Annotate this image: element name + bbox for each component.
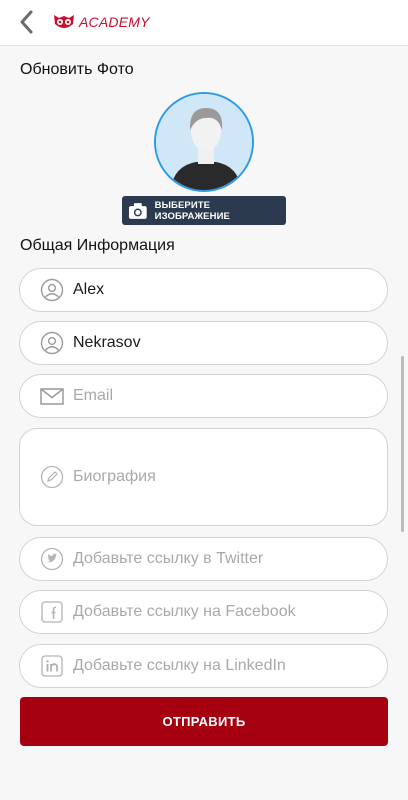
twitter-icon — [40, 547, 64, 571]
user-circle-icon — [40, 278, 64, 302]
select-image-label: ВЫБЕРИТЕ ИЗОБРАЖЕНИЕ — [154, 199, 230, 222]
twitter-placeholder: Добавьте ссылку в Twitter — [73, 550, 264, 567]
email-field[interactable]: Email — [19, 374, 388, 418]
first-name-value: Alex — [73, 281, 105, 298]
last-name-field[interactable]: Nekrasov — [19, 321, 388, 365]
linkedin-link-field[interactable]: Добавьте ссылку на LinkedIn — [19, 644, 388, 688]
bio-field[interactable]: Биография — [19, 428, 388, 526]
linkedin-placeholder: Добавьте ссылку на LinkedIn — [73, 657, 286, 674]
user-silhouette-icon — [156, 94, 252, 190]
linkedin-icon — [41, 655, 63, 677]
info-section-title: Общая Информация — [20, 237, 175, 254]
twitter-link-field[interactable]: Добавьте ссылку в Twitter — [19, 537, 388, 581]
last-name-value: Nekrasov — [73, 334, 141, 351]
email-placeholder: Email — [73, 387, 114, 404]
camera-icon — [128, 202, 147, 219]
chevron-left-icon — [20, 10, 33, 34]
avatar[interactable] — [154, 92, 254, 192]
owl-logo-icon — [54, 15, 74, 28]
first-name-field[interactable]: Alex — [19, 268, 388, 312]
logo-text: ACADEMY — [79, 14, 150, 30]
submit-button[interactable]: ОТПРАВИТЬ — [20, 697, 388, 746]
facebook-placeholder: Добавьте ссылку на Facebook — [73, 603, 296, 620]
app-bar: ACADEMY — [0, 0, 408, 46]
bio-placeholder: Биография — [73, 468, 156, 485]
photo-section-title: Обновить Фото — [20, 61, 134, 78]
back-button[interactable] — [14, 8, 40, 36]
facebook-link-field[interactable]: Добавьте ссылку на Facebook — [19, 590, 388, 634]
facebook-icon — [41, 601, 63, 623]
pencil-circle-icon — [40, 465, 64, 489]
select-image-button[interactable]: ВЫБЕРИТЕ ИЗОБРАЖЕНИЕ — [122, 196, 286, 225]
scrollbar[interactable] — [401, 356, 404, 532]
envelope-icon — [40, 388, 64, 405]
app-logo: ACADEMY — [52, 10, 150, 34]
user-circle-icon — [40, 331, 64, 355]
